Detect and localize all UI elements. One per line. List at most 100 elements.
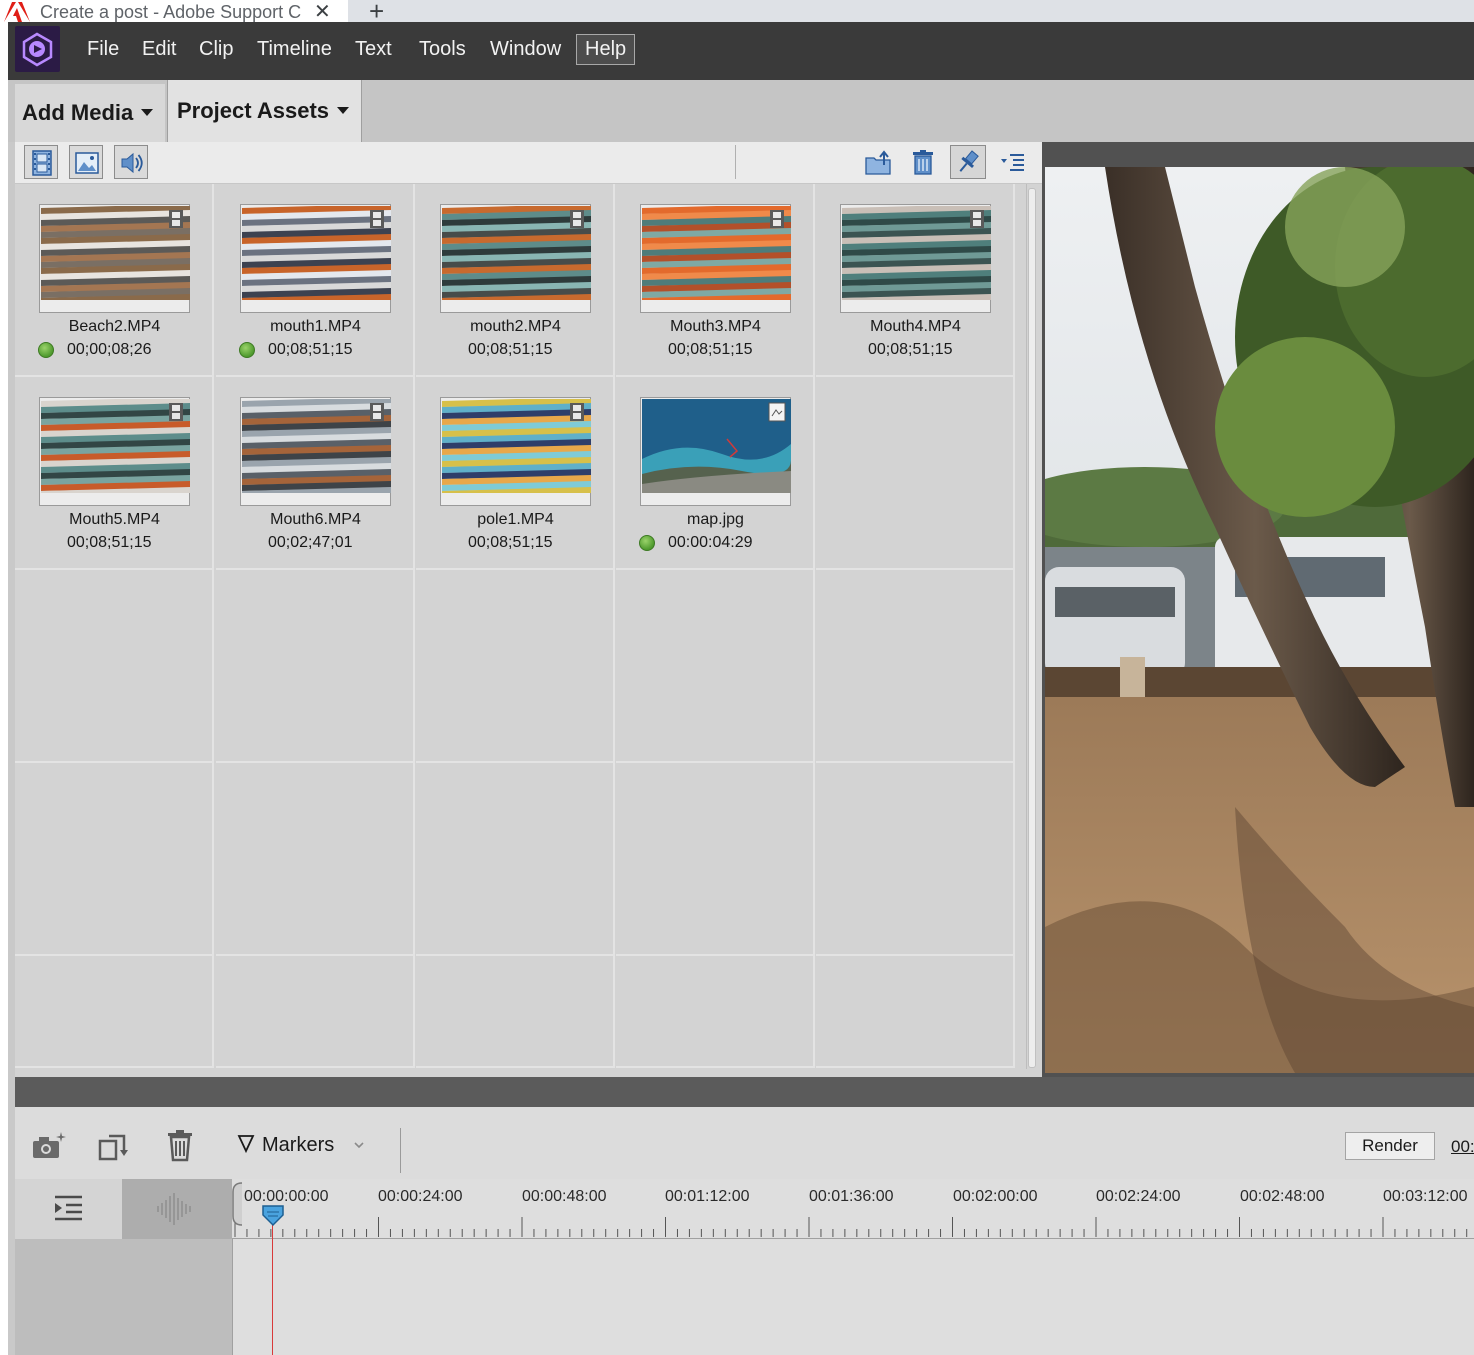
asset-item[interactable]: pole1.MP4 00;08;51;15: [416, 377, 615, 570]
asset-duration: 00;08;51;15: [468, 534, 553, 551]
adobe-logo-icon: [4, 2, 30, 22]
filter-image-button[interactable]: [69, 145, 103, 179]
menu-window[interactable]: Window: [490, 38, 561, 61]
menu-file[interactable]: File: [87, 38, 119, 61]
empty-grid-cell: [15, 956, 214, 1068]
add-camera-button[interactable]: [30, 1128, 68, 1164]
image-icon: [75, 152, 99, 174]
empty-grid-cell: [816, 377, 1015, 570]
used-in-timeline-indicator: [239, 342, 255, 358]
asset-name: Beach2.MP4: [68, 318, 161, 335]
film-badge-icon: [570, 403, 584, 421]
browser-tab-title: Create a post - Adobe Support C: [40, 2, 302, 22]
ruler-label: 00:00:48:00: [522, 1188, 607, 1205]
empty-grid-cell: [416, 956, 615, 1068]
video-preview[interactable]: [1045, 167, 1474, 1073]
panel-menu-button[interactable]: [995, 145, 1031, 179]
asset-item[interactable]: mouth2.MP4 00;08;51;15: [416, 184, 615, 377]
pin-icon: [959, 150, 979, 172]
markers-dropdown[interactable]: Markers: [236, 1133, 366, 1157]
filter-audio-button[interactable]: [114, 145, 148, 179]
work-area-start-handle[interactable]: [231, 1182, 245, 1226]
ruler-label: 00:00:00:00: [244, 1188, 329, 1205]
asset-thumbnail: [240, 204, 391, 313]
used-in-timeline-indicator: [639, 535, 655, 551]
track-options-button[interactable]: [52, 1192, 88, 1224]
ruler-label: 00:01:12:00: [665, 1188, 750, 1205]
camera-icon: [33, 1132, 66, 1158]
pin-button[interactable]: [950, 145, 986, 179]
asset-thumbnail: [440, 397, 591, 506]
playhead-line: [272, 1222, 273, 1355]
preview-frame-image: [1045, 167, 1474, 1073]
asset-duration: 00;08;51;15: [868, 341, 953, 358]
filter-video-button[interactable]: [24, 145, 58, 179]
menu-help[interactable]: Help: [576, 34, 636, 65]
trash-icon: [168, 1130, 192, 1162]
speaker-icon: [121, 152, 143, 174]
rotate-button[interactable]: [96, 1128, 134, 1164]
timeline-toolbar: [15, 1107, 1474, 1179]
playhead-icon: [262, 1205, 284, 1227]
asset-grid: Beach2.MP4 00;00;08;26 mouth1.MP4 00;08;51;…: [15, 184, 1018, 1068]
asset-name: Mouth3.MP4: [670, 318, 761, 335]
timeline-delete-button[interactable]: [162, 1128, 200, 1164]
playhead-handle[interactable]: [261, 1204, 285, 1228]
asset-thumbnail: [39, 397, 190, 506]
rotate-icon: [98, 1134, 128, 1161]
asset-duration: 00:00:04:29: [668, 534, 753, 551]
asset-item[interactable]: mouth1.MP4 00;08;51;15: [216, 184, 415, 377]
film-badge-icon: [370, 210, 384, 228]
menu-edit[interactable]: Edit: [142, 38, 176, 61]
asset-item[interactable]: Mouth3.MP4 00;08;51;15: [616, 184, 815, 377]
add-media-label: Add Media: [22, 100, 134, 125]
asset-item[interactable]: Beach2.MP4 00;00;08;26: [15, 184, 214, 377]
render-button[interactable]: Render: [1345, 1132, 1435, 1160]
toolbar-divider: [735, 145, 736, 179]
empty-grid-cell: [816, 570, 1015, 763]
asset-duration: 00;08;51;15: [67, 534, 152, 551]
asset-thumbnail: [640, 397, 791, 506]
asset-item[interactable]: Mouth5.MP4 00;08;51;15: [15, 377, 214, 570]
timeline-track-area[interactable]: [232, 1239, 1474, 1355]
delete-asset-button[interactable]: [905, 145, 941, 179]
asset-thumbnail: [240, 397, 391, 506]
menu-text[interactable]: Text: [355, 38, 392, 61]
empty-grid-cell: [616, 956, 815, 1068]
menu-timeline[interactable]: Timeline: [257, 38, 332, 61]
asset-thumbnail: [440, 204, 591, 313]
film-badge-icon: [370, 403, 384, 421]
empty-grid-cell: [216, 763, 415, 956]
asset-name: Mouth6.MP4: [270, 511, 361, 528]
export-button[interactable]: [860, 145, 896, 179]
current-timecode[interactable]: 00:: [1451, 1137, 1474, 1157]
add-media-tab[interactable]: Add Media: [15, 84, 165, 142]
ruler-label: 00:02:48:00: [1240, 1188, 1325, 1205]
audio-waveform-toggle[interactable]: [122, 1179, 232, 1239]
chevron-down-icon: [141, 108, 154, 116]
tab-close-icon[interactable]: ✕: [314, 0, 331, 24]
empty-grid-cell: [616, 570, 815, 763]
asset-item[interactable]: Mouth4.MP4 00;08;51;15: [816, 184, 1015, 377]
trash-icon: [913, 150, 933, 175]
panel-divider[interactable]: [15, 1077, 1474, 1107]
asset-item[interactable]: map.jpg 00:00:04:29: [616, 377, 815, 570]
asset-name: pole1.MP4: [477, 511, 554, 528]
ruler-label: 00:01:36:00: [809, 1188, 894, 1205]
list-menu-icon: [1001, 154, 1024, 171]
asset-item[interactable]: Mouth6.MP4 00;02;47;01: [216, 377, 415, 570]
asset-duration: 00;02;47;01: [268, 534, 353, 551]
project-assets-tab[interactable]: Project Assets: [167, 80, 362, 142]
menu-clip[interactable]: Clip: [199, 38, 233, 61]
menu-tools[interactable]: Tools: [419, 38, 466, 61]
asset-name: map.jpg: [687, 511, 744, 528]
empty-grid-cell: [416, 763, 615, 956]
asset-name: mouth1.MP4: [270, 318, 361, 335]
track-list-icon: [55, 1195, 82, 1221]
ruler-label: 00:03:12:00: [1383, 1188, 1468, 1205]
empty-grid-cell: [216, 570, 415, 763]
scrollbar-thumb[interactable]: [1028, 188, 1036, 1068]
used-in-timeline-indicator: [38, 342, 54, 358]
asset-thumbnail: [39, 204, 190, 313]
asset-thumbnail: [840, 204, 991, 313]
